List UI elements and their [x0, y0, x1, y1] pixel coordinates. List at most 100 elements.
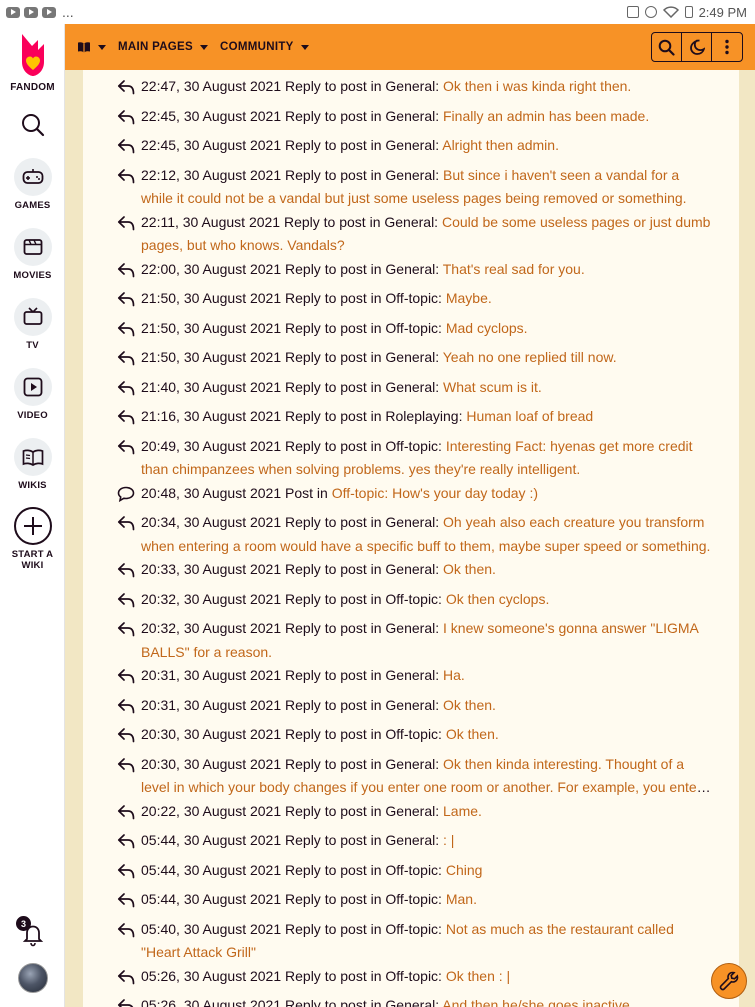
- post-snippet-link[interactable]: Ching: [446, 862, 483, 878]
- post-snippet-link[interactable]: Ok then.: [446, 726, 499, 742]
- contributions-panel: 22:47, 30 August 2021 Reply to post in G…: [83, 70, 755, 1007]
- timestamp: 20:30, 30 August 2021: [141, 726, 282, 742]
- community-menu[interactable]: COMMUNITY: [220, 41, 309, 53]
- wiki-tools-button[interactable]: [711, 963, 747, 999]
- post-snippet-link[interactable]: Ok then : |: [446, 968, 510, 984]
- post-snippet-link[interactable]: Ok then cyclops.: [446, 591, 550, 607]
- post-snippet-link[interactable]: Ha.: [443, 667, 465, 683]
- reply-arrow-icon: [117, 439, 135, 454]
- post-snippet-link[interactable]: What scum is it.: [443, 379, 542, 395]
- post-snippet-link[interactable]: Man.: [446, 891, 477, 907]
- dark-mode-toggle[interactable]: [682, 33, 712, 61]
- contribution-text: 22:00, 30 August 2021 Reply to post in G…: [141, 258, 711, 282]
- post-snippet-link[interactable]: Finally an admin has been made.: [443, 108, 649, 124]
- community-label: COMMUNITY: [220, 41, 294, 53]
- youtube-notification-icon: [24, 6, 38, 18]
- post-snippet-link[interactable]: Ok then.: [443, 697, 496, 713]
- action-text: Reply to post in: [281, 561, 386, 577]
- gamepad-icon: [22, 169, 43, 184]
- reply-arrow-icon: [117, 592, 135, 607]
- action-text: Reply to post in: [281, 437, 386, 454]
- timestamp: 22:45, 30 August 2021: [141, 137, 282, 153]
- action-text: Reply to post in: [281, 78, 386, 94]
- more-options-button[interactable]: [712, 33, 742, 61]
- moon-icon: [689, 39, 705, 55]
- post-snippet-link[interactable]: Alright then admin.: [442, 137, 559, 153]
- post-snippet-link[interactable]: Maybe.: [446, 290, 492, 306]
- timestamp: 21:40, 30 August 2021: [141, 378, 282, 395]
- contribution-text: 21:50, 30 August 2021 Reply to post in O…: [141, 287, 711, 311]
- action-text: Reply to post in: [281, 514, 386, 530]
- post-snippet-link[interactable]: Mad cyclops.: [446, 320, 528, 336]
- contribution-text: 21:50, 30 August 2021 Reply to post in G…: [141, 346, 711, 370]
- timestamp: 20:22, 30 August 2021: [141, 802, 282, 819]
- rail-item-movies[interactable]: MOVIES: [0, 228, 65, 281]
- post-snippet-link[interactable]: And then he/she goes inactive.: [442, 997, 633, 1007]
- fandom-logo[interactable]: FANDOM: [0, 32, 65, 93]
- post-snippet-link[interactable]: How's your day today :): [392, 485, 538, 501]
- timestamp: 22:12, 30 August 2021: [141, 166, 282, 183]
- action-text: Reply to post in: [281, 920, 386, 937]
- contribution-text: 20:31, 30 August 2021 Reply to post in G…: [141, 694, 711, 718]
- main-pages-menu[interactable]: MAIN PAGES: [118, 41, 208, 53]
- timestamp: 20:32, 30 August 2021: [141, 620, 282, 636]
- post-snippet-link[interactable]: Ok then.: [443, 561, 496, 577]
- rail-item-tv[interactable]: TV: [0, 298, 65, 351]
- board-name[interactable]: Off-topic:: [332, 485, 392, 501]
- timestamp: 22:11, 30 August 2021: [141, 213, 281, 230]
- contribution-text: 05:44, 30 August 2021 Reply to post in O…: [141, 859, 711, 883]
- board-name: General:: [384, 213, 442, 230]
- reply-arrow-icon: [117, 922, 135, 937]
- post-snippet-link[interactable]: Lame.: [443, 803, 482, 819]
- explore-menu[interactable]: [77, 41, 106, 53]
- global-navigation-rail: FANDOM GAMES MOVIES TV VIDEO WIKIS START…: [0, 24, 65, 1007]
- action-text: Reply to post in: [280, 213, 385, 230]
- action-text: Reply to post in: [281, 319, 386, 336]
- action-text: Reply to post in: [281, 802, 386, 819]
- chevron-down-icon: [200, 44, 208, 50]
- rail-item-wikis[interactable]: WIKIS: [0, 438, 65, 491]
- battery-saver-icon: [626, 6, 639, 18]
- rail-item-start-a-wiki[interactable]: START A WIKI: [0, 506, 65, 571]
- post-snippet-link[interactable]: Human loaf of bread: [466, 408, 593, 424]
- timestamp: 05:44, 30 August 2021: [141, 832, 282, 848]
- reply-arrow-icon: [117, 969, 135, 984]
- board-name: Off-topic:: [385, 437, 446, 454]
- wiki-book-icon: [78, 42, 90, 53]
- rail-item-label: MOVIES: [13, 270, 52, 281]
- reply-arrow-icon: [117, 321, 135, 336]
- action-text: Reply to post in: [281, 620, 386, 636]
- reply-arrow-icon: [117, 804, 135, 819]
- notifications-button[interactable]: 3: [0, 916, 65, 948]
- post-snippet-link[interactable]: Ok then i was kinda right then.: [443, 78, 631, 94]
- action-text: Reply to post in: [281, 667, 386, 683]
- search-button[interactable]: [652, 33, 682, 61]
- action-text: Reply to post in: [281, 260, 386, 277]
- post-snippet-link[interactable]: That's real sad for you.: [443, 261, 585, 277]
- post-snippet-link[interactable]: : |: [443, 832, 454, 848]
- clock: 2:49 PM: [698, 4, 747, 20]
- reply-arrow-icon: [117, 262, 135, 277]
- timestamp: 05:26, 30 August 2021: [141, 967, 282, 984]
- timestamp: 22:45, 30 August 2021: [141, 107, 282, 124]
- reply-arrow-icon: [117, 622, 135, 637]
- reply-arrow-icon: [117, 669, 135, 684]
- post-snippet-link[interactable]: Yeah no one replied till now.: [443, 349, 617, 365]
- reply-arrow-icon: [117, 757, 135, 772]
- rail-item-video[interactable]: VIDEO: [0, 368, 65, 421]
- user-avatar-button[interactable]: [0, 963, 65, 993]
- contribution-text: 05:26, 30 August 2021 Reply to post in O…: [141, 965, 711, 989]
- reply-arrow-icon: [117, 215, 135, 230]
- rail-item-label: WIKIS: [18, 480, 47, 491]
- tv-icon: [23, 307, 42, 325]
- timestamp: 21:16, 30 August 2021: [141, 408, 282, 424]
- board-name: General:: [385, 802, 443, 819]
- timestamp: 22:00, 30 August 2021: [141, 260, 282, 277]
- rail-item-games[interactable]: GAMES: [0, 158, 65, 211]
- action-text: Reply to post in: [281, 137, 386, 153]
- contribution-text: 20:33, 30 August 2021 Reply to post in G…: [141, 558, 711, 582]
- search-icon: [21, 114, 44, 137]
- timestamp: 21:50, 30 August 2021: [141, 349, 282, 365]
- board-name: Off-topic:: [385, 590, 446, 607]
- global-search-button[interactable]: [0, 112, 65, 138]
